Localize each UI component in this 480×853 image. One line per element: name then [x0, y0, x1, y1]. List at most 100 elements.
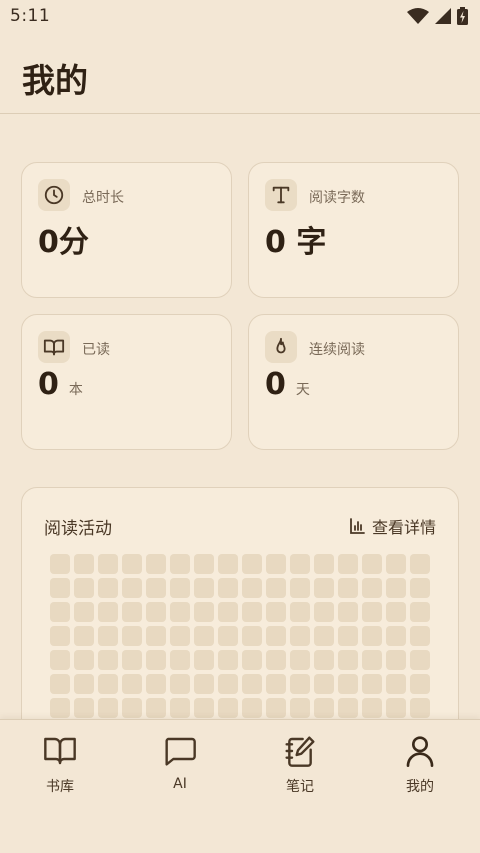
view-details-button[interactable]: 查看详情 — [349, 514, 436, 538]
nav-item-library[interactable]: 书库 — [0, 734, 120, 804]
heatmap-cell — [386, 602, 406, 622]
heatmap-cell — [170, 626, 190, 646]
stat-card-words-read: 阅读字数 0 字 — [248, 162, 459, 298]
heatmap-cell — [410, 698, 430, 718]
heatmap-cell — [122, 674, 142, 694]
heatmap-cell — [314, 650, 334, 670]
stat-label: 总时长 — [82, 190, 124, 206]
heatmap-cell — [146, 674, 166, 694]
heatmap-cell — [122, 650, 142, 670]
heatmap-cell — [338, 602, 358, 622]
heatmap-cell — [122, 578, 142, 598]
heatmap-cell — [50, 554, 70, 574]
heatmap-cell — [386, 674, 406, 694]
heatmap-cell — [50, 626, 70, 646]
heatmap-cell — [146, 602, 166, 622]
heatmap-cell — [122, 698, 142, 718]
heatmap-cell — [74, 578, 94, 598]
heatmap-cell — [74, 674, 94, 694]
heatmap-cell — [290, 626, 310, 646]
heatmap-cell — [314, 626, 334, 646]
book-open-icon — [44, 734, 76, 768]
nav-label: 书库 — [46, 779, 74, 795]
heatmap-cell — [338, 554, 358, 574]
heatmap-cell — [410, 650, 430, 670]
heatmap-cell — [194, 602, 214, 622]
stat-value-row: 0 天 — [265, 367, 310, 402]
heatmap-cell — [314, 602, 334, 622]
heatmap-cell — [98, 674, 118, 694]
heatmap-cell — [290, 674, 310, 694]
nav-item-me[interactable]: 我的 — [360, 734, 480, 804]
nav-item-ai[interactable]: AI — [120, 734, 240, 804]
notebook-pen-icon — [284, 734, 316, 768]
heatmap-cell — [218, 674, 238, 694]
heatmap-cell — [362, 650, 382, 670]
reading-activity-card: 阅读活动 查看详情 — [21, 487, 459, 747]
heatmap-cell — [242, 698, 262, 718]
heatmap-cell — [314, 698, 334, 718]
heatmap-cell — [362, 674, 382, 694]
heatmap-cell — [338, 650, 358, 670]
bar-chart-icon — [350, 518, 365, 534]
heatmap-cell — [338, 698, 358, 718]
heatmap-cell — [362, 602, 382, 622]
heatmap-cell — [386, 650, 406, 670]
page-title: 我的 — [22, 61, 88, 100]
heatmap-cell — [290, 602, 310, 622]
nav-label: 我的 — [406, 779, 434, 795]
status-bar: 5:11 — [0, 0, 480, 32]
heatmap-cell — [218, 554, 238, 574]
stat-label: 已读 — [82, 342, 110, 358]
heatmap-cell — [290, 554, 310, 574]
heatmap-cell — [146, 626, 166, 646]
heatmap-cell — [146, 578, 166, 598]
heatmap-cell — [50, 698, 70, 718]
stat-unit: 天 — [295, 382, 310, 398]
heatmap-cell — [98, 602, 118, 622]
heatmap-cell — [98, 650, 118, 670]
heatmap-cell — [146, 554, 166, 574]
heatmap-cell — [266, 602, 286, 622]
heatmap-cell — [290, 698, 310, 718]
heatmap-cell — [362, 578, 382, 598]
heatmap-cell — [146, 650, 166, 670]
heatmap-cell — [410, 602, 430, 622]
heatmap-cell — [362, 626, 382, 646]
heatmap-cell — [74, 554, 94, 574]
heatmap-cell — [266, 650, 286, 670]
heatmap-cell — [266, 554, 286, 574]
heatmap-cell — [242, 674, 262, 694]
nav-item-notes[interactable]: 笔记 — [240, 734, 360, 804]
stat-card-total-time: 总时长 0分 — [21, 162, 232, 298]
chat-bubble-icon — [164, 734, 196, 768]
clock-icon — [38, 179, 70, 211]
activity-title: 阅读活动 — [44, 519, 112, 539]
heatmap-cell — [242, 578, 262, 598]
heatmap-cell — [170, 602, 190, 622]
heatmap-cell — [266, 626, 286, 646]
heatmap-cell — [50, 650, 70, 670]
heatmap-cell — [194, 674, 214, 694]
stat-card-books-read: 已读 0 本 — [21, 314, 232, 450]
heatmap-cell — [170, 578, 190, 598]
heatmap-cell — [98, 578, 118, 598]
heatmap-cell — [338, 674, 358, 694]
stat-value-row: 0 本 — [38, 367, 83, 402]
stat-value: 0 字 — [265, 225, 327, 260]
heatmap-cell — [170, 674, 190, 694]
stat-value: 0 — [38, 367, 59, 402]
heatmap-cell — [170, 554, 190, 574]
heatmap-cell — [410, 578, 430, 598]
heatmap-cell — [74, 602, 94, 622]
heatmap-cell — [386, 698, 406, 718]
activity-heatmap — [50, 554, 430, 718]
heatmap-cell — [122, 554, 142, 574]
heatmap-cell — [266, 674, 286, 694]
nav-label: 笔记 — [286, 779, 314, 795]
stat-value: 0 — [265, 367, 286, 402]
nav-label: AI — [173, 776, 187, 792]
stat-label: 连续阅读 — [309, 342, 365, 358]
heatmap-cell — [410, 554, 430, 574]
battery-charging-icon — [457, 7, 468, 25]
